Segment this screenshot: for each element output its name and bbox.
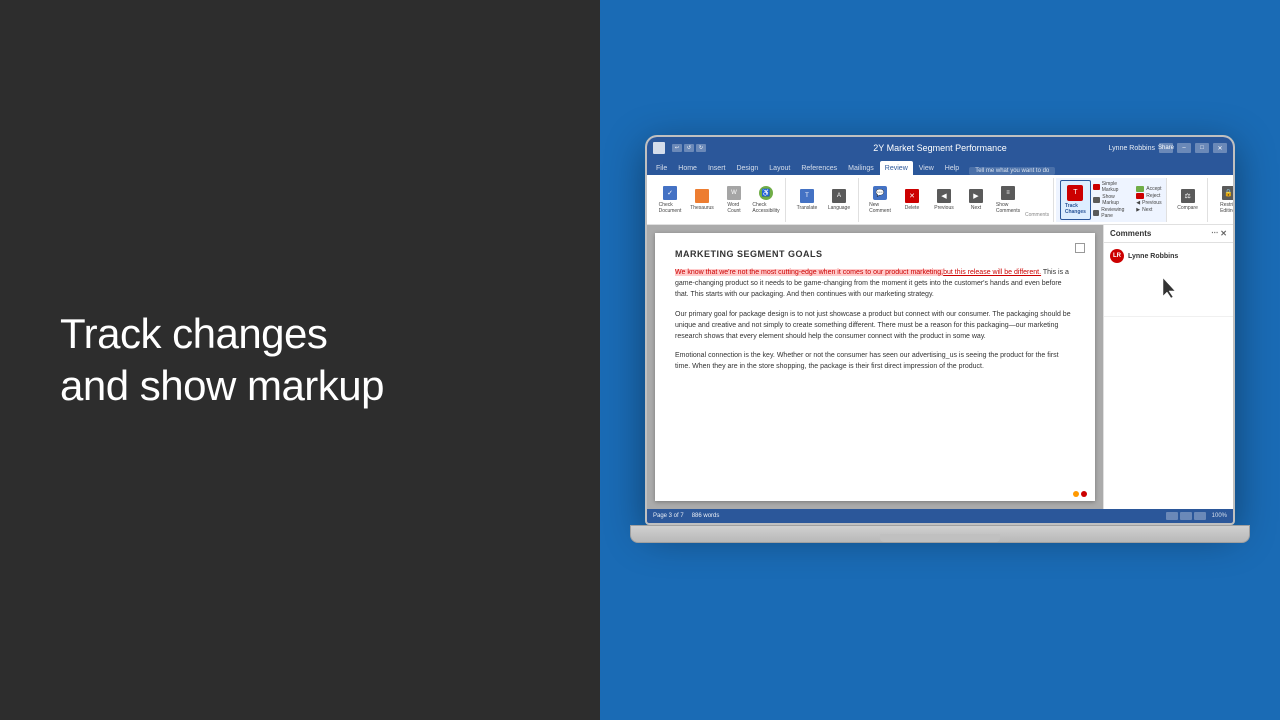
word-count-btn[interactable]: W WordCount (719, 180, 749, 220)
comment-user: LR Lynne Robbins (1110, 249, 1227, 263)
status-bar: Page 3 of 7 886 words 100% (647, 509, 1233, 523)
document-area: MARKETING SEGMENT GOALS We know that we'… (647, 225, 1233, 509)
ribbon-group-comments: 💬 NewComment ✕ Delete ◀ Previous ▶ (861, 178, 1054, 222)
prev-comment-btn[interactable]: ◀ Previous (929, 180, 959, 220)
simple-markup-btn[interactable]: Simple Markup (1093, 181, 1132, 193)
tab-insert[interactable]: Insert (703, 161, 731, 175)
view-btn-3[interactable] (1194, 512, 1206, 520)
accept-btn[interactable]: Accept (1136, 186, 1161, 192)
check-document-btn[interactable]: ✓ CheckDocument (655, 180, 685, 220)
tab-review[interactable]: Review (880, 161, 913, 175)
thesaurus-btn[interactable]: Thesaurus (687, 180, 717, 220)
minimize-btn[interactable]: – (1177, 143, 1191, 153)
word-icon (653, 142, 665, 154)
comment-item: LR Lynne Robbins (1104, 243, 1233, 317)
document-page: MARKETING SEGMENT GOALS We know that we'… (655, 233, 1095, 501)
ribbon-content: ✓ CheckDocument Thesaurus W WordCount (647, 175, 1233, 225)
next-comment-btn[interactable]: ▶ Next (961, 180, 991, 220)
cursor-icon (1159, 276, 1179, 300)
indicator-dot-1 (1073, 491, 1079, 497)
word-app: ↩ ↺ ↻ 2Y Market Segment Performance Lynn… (647, 137, 1233, 523)
restrict-editing-btn[interactable]: 🔒 RestrictEditing (1214, 180, 1235, 220)
ribbon-group-proofing: ✓ CheckDocument Thesaurus W WordCount (651, 178, 786, 222)
reject-btn[interactable]: Reject (1136, 193, 1161, 199)
tab-home[interactable]: Home (673, 161, 702, 175)
comments-close-btn[interactable]: ✕ (1220, 229, 1227, 238)
laptop: ↩ ↺ ↻ 2Y Market Segment Performance Lynn… (645, 135, 1235, 555)
tracked-deletion: We know that we're not the most cutting-… (675, 269, 943, 276)
tab-references[interactable]: References (796, 161, 842, 175)
comment-cursor-area (1110, 266, 1227, 310)
ribbon-group-tracking: T TrackChanges Simple Markup Show Markup (1056, 178, 1166, 222)
doc-indicators (1073, 491, 1087, 497)
tab-help[interactable]: Help (940, 161, 964, 175)
status-page: Page 3 of 7 (653, 513, 684, 519)
ribbon-group-language: T Translate A Language (788, 178, 859, 222)
headline: Track changes and show markup (60, 308, 384, 413)
reviewing-pane-btn[interactable]: Reviewing Pane (1093, 207, 1132, 219)
tab-layout[interactable]: Layout (764, 161, 795, 175)
ribbon-tabs: File Home Insert Design Layout Reference… (647, 159, 1233, 175)
para3-text: Emotional connection is the key. Whether… (675, 352, 1059, 370)
share-btn[interactable]: Share (1159, 143, 1173, 153)
doc-checkbox[interactable] (1075, 243, 1085, 253)
track-changes-btn[interactable]: T TrackChanges (1060, 180, 1090, 220)
zoom-level: 100% (1212, 513, 1227, 519)
tab-mailings[interactable]: Mailings (843, 161, 879, 175)
maximize-btn[interactable]: □ (1195, 143, 1209, 153)
comments-panel: Comments ⋯ ✕ LR Lynne Robbins (1103, 225, 1233, 509)
laptop-screen: ↩ ↺ ↻ 2Y Market Segment Performance Lynn… (645, 135, 1235, 525)
quick-access-btn[interactable]: ↩ (672, 144, 682, 152)
comments-title: Comments (1110, 229, 1151, 238)
show-comments-btn[interactable]: ≡ ShowComments (993, 180, 1023, 220)
doc-paragraph-3: Emotional connection is the key. Whether… (675, 350, 1075, 372)
doc-title: MARKETING SEGMENT GOALS (675, 249, 1075, 259)
left-panel: Track changes and show markup (0, 0, 600, 720)
next-change-btn[interactable]: ▶ Next (1136, 207, 1161, 213)
status-words: 886 words (692, 513, 720, 519)
doc-paragraph-1: We know that we're not the most cutting-… (675, 267, 1075, 301)
para2-text: Our primary goal for package design is t… (675, 311, 1071, 340)
search-box[interactable]: Tell me what you want to do (969, 167, 1055, 175)
comment-username: Lynne Robbins (1128, 253, 1178, 260)
tab-view[interactable]: View (914, 161, 939, 175)
doc-paragraph-2: Our primary goal for package design is t… (675, 309, 1075, 343)
tab-design[interactable]: Design (731, 161, 763, 175)
view-btn-2[interactable] (1180, 512, 1192, 520)
ribbon-group-compare: ⚖ Compare (1169, 178, 1208, 222)
undo-btn[interactable]: ↺ (684, 144, 694, 152)
headline-line1: Track changes (60, 310, 327, 357)
ribbon-group-protect: 🔒 RestrictEditing ✏ HideInk (1210, 178, 1235, 222)
compare-btn[interactable]: ⚖ Compare (1173, 180, 1203, 220)
avatar-initials: LR (1113, 253, 1121, 259)
tab-file[interactable]: File (651, 161, 672, 175)
close-btn[interactable]: ✕ (1213, 143, 1227, 153)
translate-btn[interactable]: T Translate (792, 180, 822, 220)
user-name: Lynne Robbins (1109, 145, 1155, 152)
prev-change-btn[interactable]: ◀ Previous (1136, 200, 1161, 206)
window-title: 2Y Market Segment Performance (873, 143, 1006, 153)
indicator-dot-2 (1081, 491, 1087, 497)
comments-header: Comments ⋯ ✕ (1104, 225, 1233, 243)
headline-line2: and show markup (60, 362, 384, 409)
title-bar-right: Lynne Robbins Share – □ ✕ (1109, 143, 1227, 153)
right-panel: ↩ ↺ ↻ 2Y Market Segment Performance Lynn… (600, 0, 1280, 720)
language-btn[interactable]: A Language (824, 180, 854, 220)
tracked-insertion: but this release will be different. (943, 269, 1041, 276)
comment-avatar: LR (1110, 249, 1124, 263)
delete-comment-btn[interactable]: ✕ Delete (897, 180, 927, 220)
new-comment-btn[interactable]: 💬 NewComment (865, 180, 895, 220)
view-btn-1[interactable] (1166, 512, 1178, 520)
show-markup-btn[interactable]: Show Markup (1093, 194, 1132, 206)
title-bar: ↩ ↺ ↻ 2Y Market Segment Performance Lynn… (647, 137, 1233, 159)
laptop-base (630, 525, 1250, 543)
redo-btn[interactable]: ↻ (696, 144, 706, 152)
title-bar-controls: ↩ ↺ ↻ (653, 142, 706, 154)
accessibility-btn[interactable]: ♿ CheckAccessibility (751, 180, 781, 220)
comments-settings-btn[interactable]: ⋯ (1211, 229, 1218, 238)
